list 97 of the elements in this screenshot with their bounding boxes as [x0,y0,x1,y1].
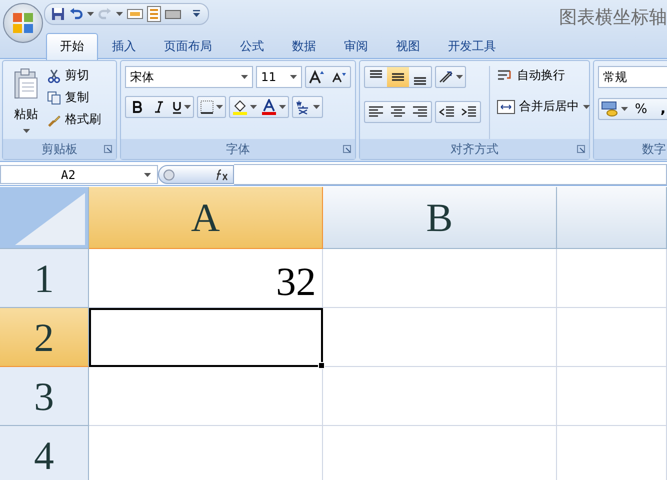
dropdown-arrow-icon[interactable] [621,107,628,111]
undo-icon[interactable] [69,7,83,21]
rectangle-icon[interactable] [165,8,181,20]
circle-icon [163,168,175,180]
table-cell[interactable] [323,308,557,367]
formula-field[interactable] [234,164,667,185]
dropdown-arrow-icon[interactable] [184,105,191,109]
table-cell[interactable]: 32 [89,249,323,308]
copy-icon [47,90,61,104]
clipboard-command[interactable]: 复制 [45,88,103,107]
office-logo-icon [12,12,34,34]
percent-button[interactable]: % [630,99,652,119]
paste-button[interactable]: 粘贴 [7,66,45,139]
ribbon-tab[interactable]: 公式 [226,33,278,60]
insert-function-button[interactable] [158,165,234,184]
italic-icon [154,101,164,113]
dropdown-arrow-icon[interactable] [250,105,257,109]
bold-icon [132,101,142,113]
wrap-text-button[interactable]: 自动换行 [495,66,592,85]
window-title: 图表横坐标轴 [559,6,667,29]
dropdown-arrow-icon[interactable] [87,12,94,16]
dropdown-arrow-icon[interactable] [279,105,286,109]
shrink-font-icon [332,71,346,83]
office-button[interactable] [3,3,43,43]
ribbon-tab[interactable]: 页面布局 [150,33,226,60]
font-color-icon [261,99,277,115]
currency-button[interactable] [599,99,630,119]
clipboard-command[interactable]: 格式刷 [45,110,103,129]
clipboard-icon [13,68,39,100]
dialog-launcher-icon[interactable] [104,145,112,153]
group-title: 对齐方式 [450,140,498,158]
fill-handle[interactable] [318,362,325,369]
form-icon[interactable] [127,7,143,21]
dropdown-arrow-icon[interactable] [216,105,223,109]
borders-icon [200,100,214,114]
ribbon-tab[interactable]: 视图 [382,33,434,60]
grow-font-icon [309,70,325,84]
dropdown-arrow-icon[interactable] [241,75,248,79]
dropdown-arrow-icon[interactable] [22,129,30,133]
align-center-icon [390,105,406,119]
merge-center-button[interactable]: 合并后居中 [495,97,592,116]
paint-bucket-icon [232,99,248,115]
ribbon-tab[interactable]: 审阅 [330,33,382,60]
font-color-button[interactable] [259,97,288,117]
save-icon[interactable] [51,7,65,21]
group-title: 剪贴板 [42,140,78,158]
middle-align-button[interactable] [387,67,409,87]
row-header[interactable]: 1 [0,249,89,308]
row-header[interactable]: 2 [0,308,89,367]
font-name-field[interactable]: 宋体 [125,66,253,88]
wrap-text-icon [497,68,513,82]
dropdown-arrow-icon[interactable] [144,172,151,176]
list-icon[interactable] [147,6,161,22]
align-right-icon [412,105,428,119]
align-lines-icon [369,70,383,78]
angled-text-icon [438,70,454,84]
ribbon-tab[interactable]: 开始 [46,33,98,60]
group-title: 字体 [226,140,250,158]
decrease-indent-icon [439,105,455,119]
table-cell[interactable] [557,249,667,308]
ribbon-tab[interactable]: 数据 [278,33,330,60]
align-lines-icon [391,73,405,81]
dropdown-arrow-icon[interactable] [290,75,297,79]
table-cell[interactable] [557,367,667,426]
dropdown-arrow-icon[interactable] [583,104,590,108]
table-cell[interactable] [323,249,557,308]
underline-icon [172,100,182,114]
row-header[interactable]: 3 [0,367,89,426]
row-header[interactable]: 4 [0,426,89,480]
customize-dropdown-icon[interactable] [193,10,200,18]
increase-indent-icon [461,105,477,119]
column-header[interactable]: A [89,187,323,249]
group-title: 数字 [642,140,666,158]
dialog-launcher-icon[interactable] [577,145,585,153]
ribbon-tab[interactable]: 开发工具 [434,33,510,60]
phonetic-guide-icon [295,99,311,115]
dropdown-arrow-icon[interactable] [116,12,123,16]
table-cell[interactable] [89,367,323,426]
align-lines-icon [413,77,427,85]
money-icon [601,101,619,117]
dropdown-arrow-icon[interactable] [313,105,320,109]
merge-cells-icon [497,100,515,114]
font-size-field[interactable]: 11 [256,66,302,88]
column-header[interactable]: B [323,187,557,249]
scissors-icon [47,68,61,82]
ribbon-tab[interactable]: 插入 [98,33,150,60]
table-cell[interactable] [323,367,557,426]
dialog-launcher-icon[interactable] [343,145,351,153]
clipboard-command[interactable]: 剪切 [45,66,103,85]
comma-button[interactable]: , [652,99,667,119]
active-cell[interactable] [89,308,323,367]
table-cell[interactable] [557,308,667,367]
number-format-field[interactable]: 常规 [598,66,667,88]
dropdown-arrow-icon[interactable] [456,75,463,79]
name-box[interactable]: A2 [0,165,158,184]
function-icon [215,168,229,180]
align-left-icon [368,105,384,119]
